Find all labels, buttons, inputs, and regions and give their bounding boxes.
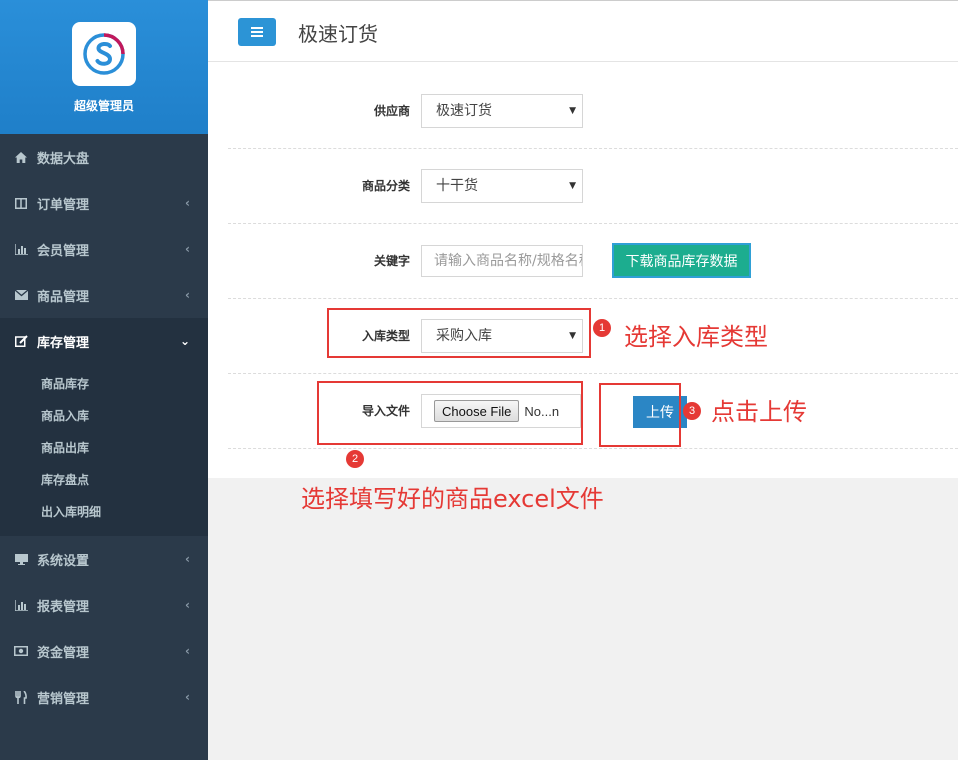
submenu-item-stock-in[interactable]: 商品入库 (0, 400, 208, 432)
submenu-item-stock-detail[interactable]: 出入库明细 (0, 496, 208, 528)
sidebar-item-system-settings[interactable]: 系统设置 ‹ (0, 536, 208, 582)
chevron-down-icon: ⌄ (179, 334, 190, 348)
submenu-item-stock[interactable]: 商品库存 (0, 368, 208, 400)
top-header: 极速订货 (208, 0, 958, 62)
category-label: 商品分类 (361, 179, 410, 193)
highlight-import-file (317, 381, 583, 445)
sidebar-item-label: 商品管理 (37, 289, 90, 305)
step-badge-2: 2 (346, 450, 364, 468)
dropdown-arrow-icon: ▼ (569, 181, 576, 191)
logo (72, 22, 136, 86)
chevron-left-icon: ‹ (185, 644, 190, 658)
sidebar-item-label: 报表管理 (37, 599, 90, 615)
sidebar-toggle-button[interactable] (238, 18, 276, 46)
columns-icon (13, 196, 29, 210)
page-title: 极速订货 (298, 22, 378, 46)
sidebar-item-label: 数据大盘 (37, 151, 90, 167)
sidebar-item-marketing[interactable]: 营销管理 ‹ (0, 674, 208, 720)
keyword-input[interactable]: 请输入商品名称/规格名称 (421, 245, 583, 277)
menu-icon (251, 27, 263, 37)
step-badge-3: 3 (683, 402, 701, 420)
desktop-icon (13, 552, 29, 566)
sidebar-item-label: 会员管理 (37, 243, 90, 259)
sidebar-item-label: 资金管理 (37, 645, 90, 661)
sidebar-menu: 数据大盘 订单管理 ‹ 会员管理 ‹ 商品管理 ‹ 库存管理 ⌄ (0, 134, 208, 364)
step-3-annotation: 点击上传 (711, 398, 807, 426)
sidebar-item-label: 库存管理 (37, 335, 90, 351)
chevron-left-icon: ‹ (185, 288, 190, 302)
sidebar-item-reports[interactable]: 报表管理 ‹ (0, 582, 208, 628)
sidebar: 超级管理员 数据大盘 订单管理 ‹ 会员管理 ‹ 商品管理 ‹ 库存管理 ⌄ 商… (0, 0, 208, 760)
sidebar-item-label: 系统设置 (37, 553, 90, 569)
step-badge-1: 1 (593, 319, 611, 337)
sidebar-item-members[interactable]: 会员管理 ‹ (0, 226, 208, 272)
sidebar-item-dashboard[interactable]: 数据大盘 (0, 134, 208, 180)
cutlery-icon (13, 690, 29, 704)
submenu-item-stock-out[interactable]: 商品出库 (0, 432, 208, 464)
dropdown-arrow-icon: ▼ (569, 106, 576, 116)
submenu-item-stocktaking[interactable]: 库存盘点 (0, 464, 208, 496)
money-icon (13, 644, 29, 658)
supplier-row: 供应商 极速订货 ▼ (228, 74, 958, 149)
sidebar-item-label: 订单管理 (37, 197, 90, 213)
sidebar-item-products[interactable]: 商品管理 ‹ (0, 272, 208, 318)
supplier-select[interactable]: 极速订货 ▼ (421, 94, 583, 128)
chevron-left-icon: ‹ (185, 242, 190, 256)
step-1-annotation: 选择入库类型 (624, 323, 768, 351)
chevron-left-icon: ‹ (185, 690, 190, 704)
envelope-icon (13, 288, 29, 302)
bar-chart-icon (13, 598, 29, 612)
category-select-value: 十干货 (436, 178, 478, 194)
chevron-left-icon: ‹ (185, 196, 190, 210)
step-2-annotation: 选择填写好的商品excel文件 (301, 485, 604, 513)
sidebar-item-inventory[interactable]: 库存管理 ⌄ (0, 318, 208, 364)
download-inventory-button[interactable]: 下载商品库存数据 (612, 243, 751, 278)
brand-name: 超级管理员 (73, 99, 134, 113)
category-row: 商品分类 十干货 ▼ (228, 149, 958, 224)
supplier-select-value: 极速订货 (436, 103, 492, 119)
chevron-left-icon: ‹ (185, 598, 190, 612)
brand-area: 超级管理员 (0, 0, 208, 134)
category-select[interactable]: 十干货 ▼ (421, 169, 583, 203)
logo-icon (83, 33, 125, 75)
edit-icon (13, 334, 29, 348)
sidebar-item-label: 营销管理 (37, 691, 90, 707)
sidebar-item-finance[interactable]: 资金管理 ‹ (0, 628, 208, 674)
chevron-left-icon: ‹ (185, 552, 190, 566)
keyword-label: 关键字 (373, 254, 410, 268)
sidebar-menu-lower: 系统设置 ‹ 报表管理 ‹ 资金管理 ‹ 营销管理 ‹ (0, 536, 208, 720)
highlight-upload (599, 383, 681, 447)
supplier-label: 供应商 (373, 104, 410, 118)
bar-chart-icon (13, 242, 29, 256)
home-icon (13, 150, 29, 164)
inventory-submenu: 商品库存 商品入库 商品出库 库存盘点 出入库明细 (0, 364, 208, 536)
keyword-row: 关键字 请输入商品名称/规格名称 下载商品库存数据 (228, 224, 958, 299)
sidebar-item-orders[interactable]: 订单管理 ‹ (0, 180, 208, 226)
highlight-stock-type (327, 308, 591, 358)
